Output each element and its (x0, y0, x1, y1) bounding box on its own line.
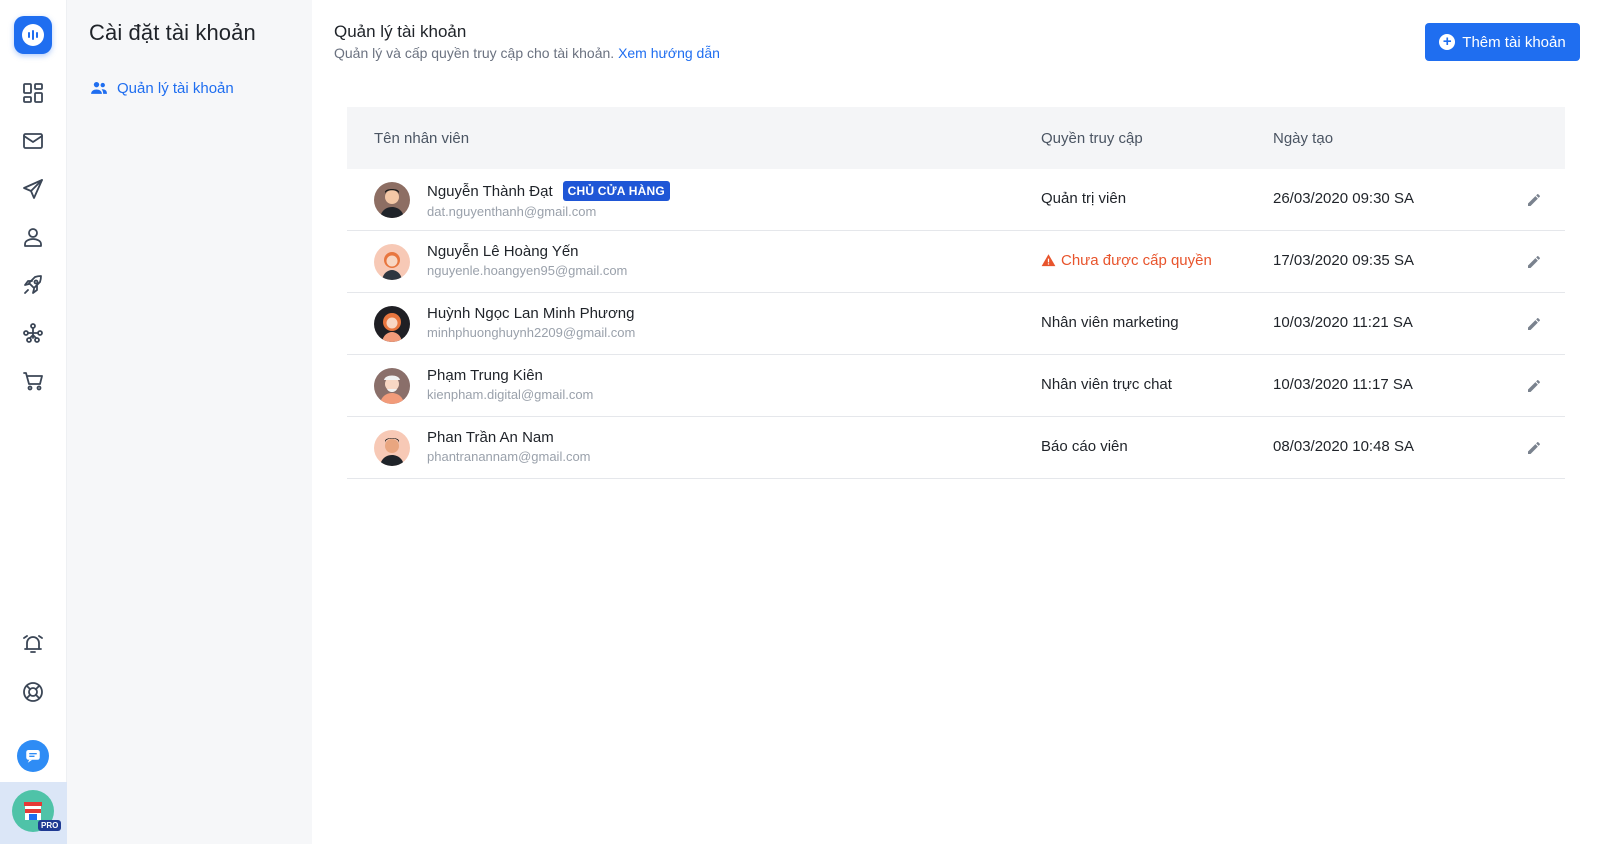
access-role: Quản trị viên (1041, 190, 1127, 207)
chat-icon[interactable] (17, 740, 49, 772)
send-icon[interactable] (19, 175, 47, 203)
access-role: Báo cáo viên (1041, 438, 1128, 455)
employee-info: Nguyễn Thành Đạt CHỦ CỬA HÀNG dat.nguyen… (427, 181, 670, 219)
plus-circle-icon: + (1439, 34, 1456, 50)
logo-bubble-icon (22, 24, 44, 46)
network-icon[interactable] (19, 319, 47, 347)
page-subtitle: Quản lý và cấp quyền truy cập cho tài kh… (334, 45, 720, 61)
employee-info: Phan Trần An Nam phantranannam@gmail.com (427, 429, 591, 464)
settings-sidebar: Cài đặt tài khoản Quản lý tài khoản (67, 0, 312, 844)
store-switcher[interactable]: PRO (0, 782, 67, 844)
accounts-table: Tên nhân viên Quyền truy cập Ngày tạo Ng… (347, 107, 1565, 479)
table-row[interactable]: Huỳnh Ngọc Lan Minh Phương minhphuonghuy… (347, 293, 1565, 355)
edit-icon[interactable] (1523, 437, 1545, 459)
icon-rail: PRO (0, 0, 67, 844)
rocket-icon[interactable] (19, 271, 47, 299)
avatar (374, 244, 410, 280)
access-role: Nhân viên trực chat (1041, 376, 1172, 393)
access-role: Nhân viên marketing (1041, 314, 1179, 331)
guide-link[interactable]: Xem hướng dẫn (618, 45, 720, 61)
employee-name: Phạm Trung Kiên (427, 367, 543, 384)
warning-icon (1041, 254, 1056, 267)
edit-icon[interactable] (1523, 189, 1545, 211)
table-row[interactable]: Nguyễn Lê Hoàng Yến nguyenle.hoangyen95@… (347, 231, 1565, 293)
created-date: 10/03/2020 11:17 SA (1273, 376, 1413, 393)
employee-email: minhphuonghuynh2209@gmail.com (427, 325, 636, 340)
sidebar-title: Cài đặt tài khoản (89, 20, 256, 45)
app-logo[interactable] (14, 16, 52, 54)
mail-icon[interactable] (19, 127, 47, 155)
edit-icon[interactable] (1523, 375, 1545, 397)
column-header-name: Tên nhân viên (374, 129, 470, 147)
owner-badge: CHỦ CỬA HÀNG (562, 181, 670, 201)
table-row[interactable]: Nguyễn Thành Đạt CHỦ CỬA HÀNG dat.nguyen… (347, 169, 1565, 231)
alarm-icon[interactable] (19, 630, 47, 658)
created-date: 26/03/2020 09:30 SA (1273, 190, 1414, 207)
employee-email: dat.nguyenthanh@gmail.com (427, 204, 597, 219)
created-date: 17/03/2020 09:35 SA (1273, 252, 1414, 269)
avatar (374, 368, 410, 404)
dashboard-icon[interactable] (19, 79, 47, 107)
employee-email: phantranannam@gmail.com (427, 449, 591, 464)
column-header-access: Quyền truy cập (1041, 129, 1143, 147)
pro-badge: PRO (38, 820, 62, 831)
sidebar-item-label: Quản lý tài khoản (117, 79, 234, 97)
support-icon[interactable] (19, 678, 47, 706)
table-row[interactable]: Phan Trần An Nam phantranannam@gmail.com… (347, 417, 1565, 479)
page-title: Quản lý tài khoản (334, 22, 467, 41)
cart-icon[interactable] (19, 367, 47, 395)
employee-name: Nguyễn Thành Đạt (427, 182, 553, 200)
subtitle-text: Quản lý và cấp quyền truy cập cho tài kh… (334, 45, 615, 61)
add-account-label: Thêm tài khoản (1462, 33, 1566, 51)
employee-email: kienpham.digital@gmail.com (427, 387, 594, 402)
add-account-button[interactable]: + Thêm tài khoản (1425, 23, 1580, 61)
employee-info: Nguyễn Lê Hoàng Yến nguyenle.hoangyen95@… (427, 243, 627, 278)
created-date: 10/03/2020 11:21 SA (1273, 314, 1413, 331)
table-row[interactable]: Phạm Trung Kiên kienpham.digital@gmail.c… (347, 355, 1565, 417)
employee-name: Phan Trần An Nam (427, 429, 554, 446)
edit-icon[interactable] (1523, 251, 1545, 273)
employee-name: Nguyễn Lê Hoàng Yến (427, 243, 579, 260)
avatar (374, 430, 410, 466)
employee-info: Huỳnh Ngọc Lan Minh Phương minhphuonghuy… (427, 305, 635, 340)
column-header-created: Ngày tạo (1273, 129, 1334, 147)
main-content: Quản lý tài khoản Quản lý và cấp quyền t… (312, 0, 1600, 844)
employee-email: nguyenle.hoangyen95@gmail.com (427, 263, 628, 278)
access-role-warning: Chưa được cấp quyền (1041, 252, 1212, 269)
employee-info: Phạm Trung Kiên kienpham.digital@gmail.c… (427, 367, 593, 402)
sidebar-item-account-management[interactable]: Quản lý tài khoản (89, 78, 234, 98)
access-role: Chưa được cấp quyền (1061, 252, 1212, 269)
created-date: 08/03/2020 10:48 SA (1273, 438, 1414, 455)
avatar (374, 182, 410, 218)
table-header: Tên nhân viên Quyền truy cập Ngày tạo (347, 107, 1565, 169)
edit-icon[interactable] (1523, 313, 1545, 335)
people-icon (91, 82, 107, 94)
avatar (374, 306, 410, 342)
employee-name: Huỳnh Ngọc Lan Minh Phương (427, 305, 635, 322)
user-icon[interactable] (19, 223, 47, 251)
